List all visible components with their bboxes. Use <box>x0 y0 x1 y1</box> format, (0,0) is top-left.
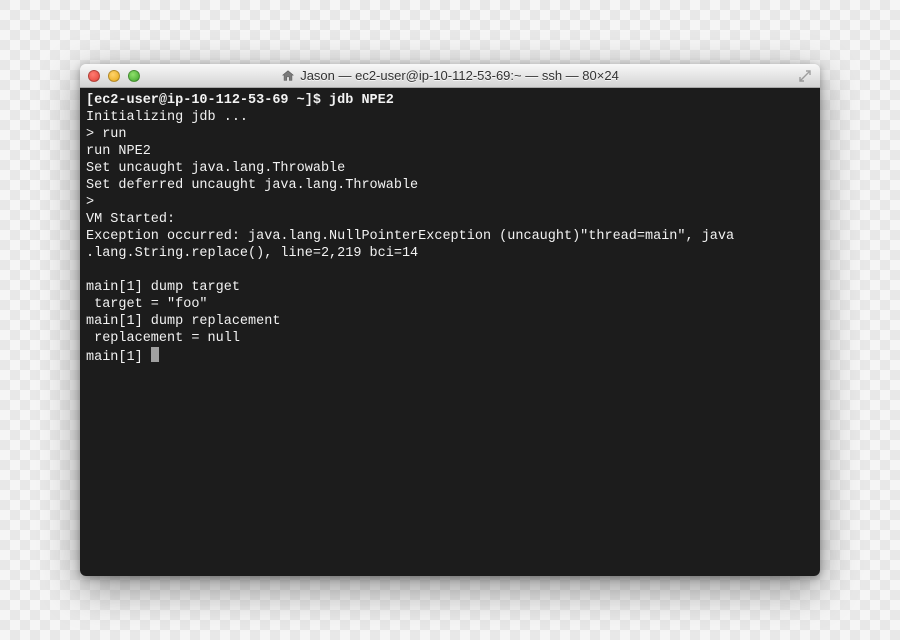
output-line: target = "foo" <box>86 297 208 312</box>
output-line: run NPE2 <box>86 144 151 159</box>
output-line: > run <box>86 127 127 142</box>
output-line: .lang.String.replace(), line=2,219 bci=1… <box>86 246 418 261</box>
output-line: > <box>86 195 102 210</box>
output-line: main[1] <box>86 350 151 365</box>
titlebar[interactable]: Jason — ec2-user@ip-10-112-53-69:~ — ssh… <box>80 64 820 88</box>
output-line: replacement = null <box>86 331 240 346</box>
output-line: main[1] dump target <box>86 280 240 295</box>
cursor <box>151 347 159 362</box>
home-icon <box>281 69 295 83</box>
title-wrap: Jason — ec2-user@ip-10-112-53-69:~ — ssh… <box>80 68 820 83</box>
window-title: Jason — ec2-user@ip-10-112-53-69:~ — ssh… <box>300 68 619 83</box>
terminal-window: Jason — ec2-user@ip-10-112-53-69:~ — ssh… <box>80 64 820 576</box>
maximize-button[interactable] <box>128 70 140 82</box>
fullscreen-icon[interactable] <box>798 69 812 83</box>
close-button[interactable] <box>88 70 100 82</box>
output-line: Exception occurred: java.lang.NullPointe… <box>86 229 734 244</box>
prompt: [ec2-user@ip-10-112-53-69 ~]$ <box>86 93 329 108</box>
output-line: Set uncaught java.lang.Throwable <box>86 161 345 176</box>
output-line: Set deferred uncaught java.lang.Throwabl… <box>86 178 418 193</box>
terminal-body[interactable]: [ec2-user@ip-10-112-53-69 ~]$ jdb NPE2 I… <box>80 88 820 576</box>
command-text: jdb NPE2 <box>329 93 394 108</box>
minimize-button[interactable] <box>108 70 120 82</box>
output-line: VM Started: <box>86 212 183 227</box>
output-line: main[1] dump replacement <box>86 314 280 329</box>
traffic-lights <box>88 70 140 82</box>
output-line: Initializing jdb ... <box>86 110 248 125</box>
